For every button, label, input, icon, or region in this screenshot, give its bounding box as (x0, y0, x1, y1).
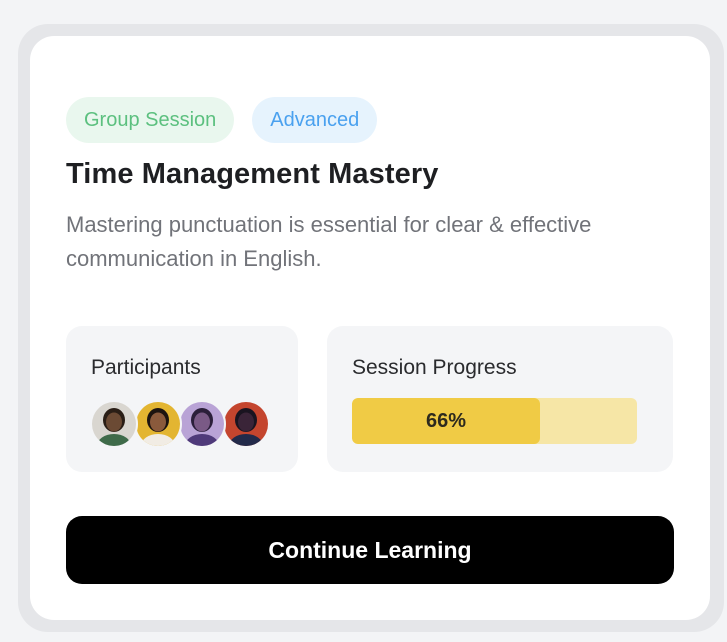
participants-label: Participants (91, 356, 201, 379)
avatar (222, 400, 270, 448)
avatar (178, 400, 226, 448)
level-tag: Advanced (252, 97, 378, 143)
participants-panel: Participants (66, 326, 298, 472)
card-frame: Group Session Advanced Time Management M… (18, 24, 724, 632)
progress-bar-track: 66% (352, 398, 637, 444)
progress-percent-text: 66% (426, 409, 467, 432)
course-description: Mastering punctuation is essential for c… (66, 212, 592, 271)
course-title: Time Management Mastery (66, 158, 439, 190)
session-progress-label: Session Progress (352, 356, 517, 379)
avatar (134, 400, 182, 448)
session-type-tag: Group Session (66, 97, 235, 143)
session-progress-panel: Session Progress 66% (327, 326, 673, 472)
tag-list: Group Session Advanced (66, 97, 378, 143)
session-card: Group Session Advanced Time Management M… (30, 36, 710, 620)
continue-learning-button[interactable]: Continue Learning (66, 516, 674, 584)
avatar (90, 400, 138, 448)
